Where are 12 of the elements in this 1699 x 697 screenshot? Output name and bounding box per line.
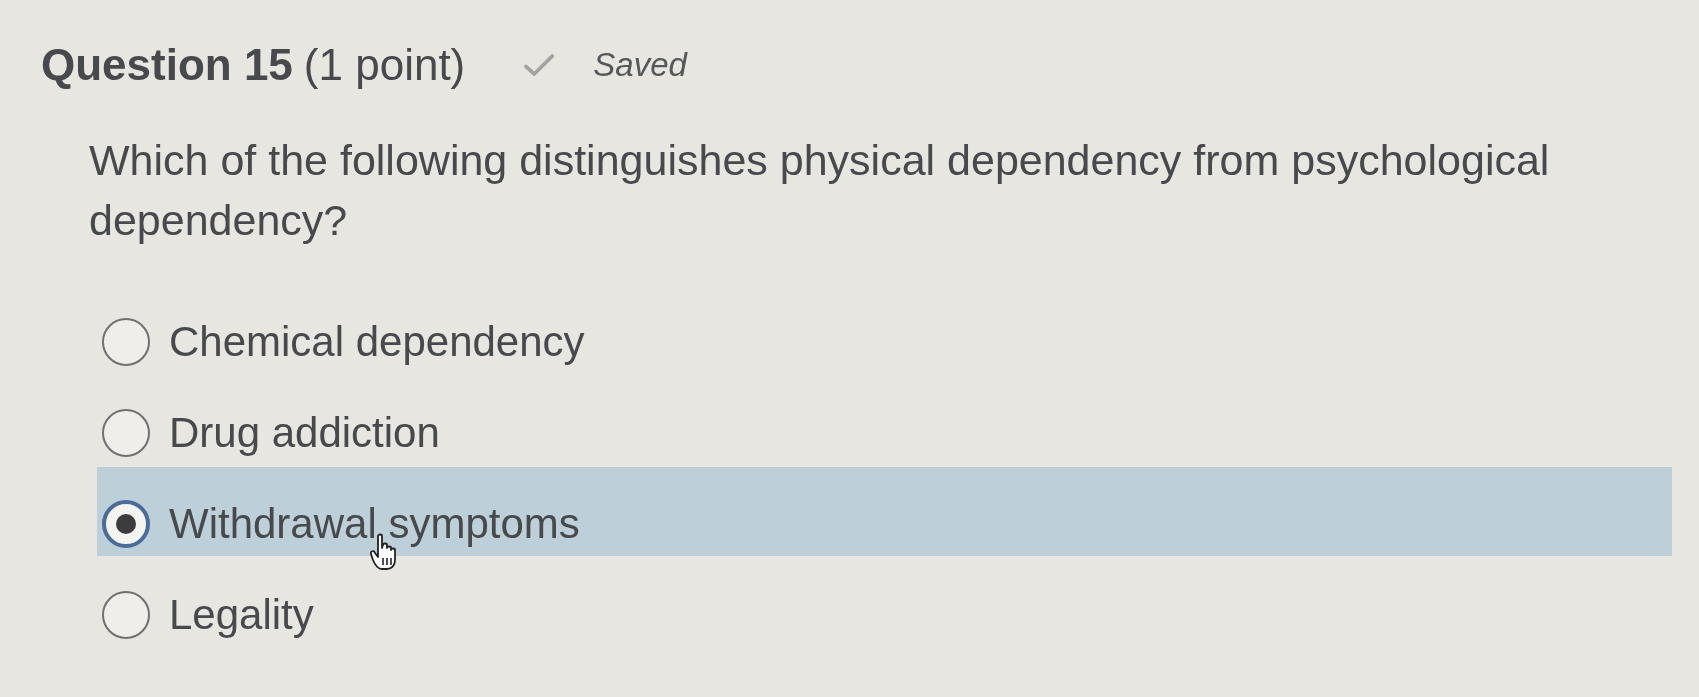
radio-button[interactable] xyxy=(102,590,150,639)
option-label[interactable]: Withdrawal symptoms xyxy=(169,499,580,548)
question-text: Which of the following distinguishes physical dependency from psychological dependency? xyxy=(89,135,1551,246)
radio-button[interactable] xyxy=(102,317,150,366)
radio-button[interactable] xyxy=(102,408,150,457)
points-label: (1 point) xyxy=(303,40,466,90)
option-label[interactable]: Drug addiction xyxy=(169,408,440,457)
question-title: Question 15 xyxy=(41,40,293,90)
option-label[interactable]: Legality xyxy=(169,590,314,639)
option-label[interactable]: Chemical dependency xyxy=(169,317,585,366)
radio-button[interactable] xyxy=(102,499,150,548)
save-status: Saved xyxy=(593,46,687,84)
